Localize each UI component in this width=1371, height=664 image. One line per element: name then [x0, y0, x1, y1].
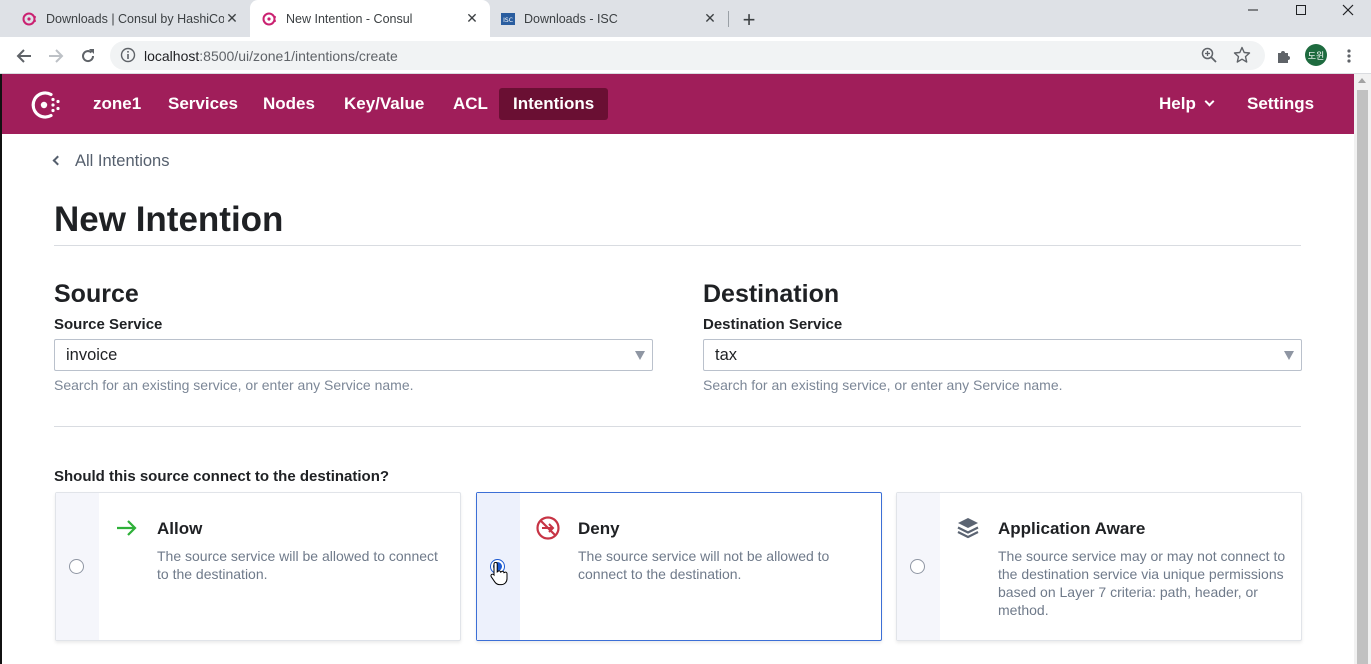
source-heading: Source [54, 280, 139, 308]
title-divider [54, 245, 1301, 246]
chevron-left-icon [52, 155, 63, 166]
minimize-window-icon[interactable] [1230, 0, 1276, 20]
action-question: Should this source connect to the destin… [54, 468, 390, 485]
close-window-icon[interactable] [1325, 0, 1371, 20]
nav-key-value[interactable]: Key/Value [330, 88, 438, 120]
tab-title: New Intention - Consul [286, 11, 413, 26]
deny-title: Deny [578, 519, 620, 538]
url-text: localhost:8500/ui/zone1/intentions/creat… [144, 48, 398, 64]
consul-logo-icon[interactable] [27, 87, 63, 123]
action-card-deny[interactable]: Deny The source service will not be allo… [476, 492, 882, 641]
isc-favicon-icon: ISC [501, 12, 515, 25]
close-tab-icon[interactable]: ✕ [702, 10, 718, 27]
nav-help-label: Help [1159, 94, 1196, 113]
source-service-select[interactable]: invoice [54, 339, 653, 371]
profile-avatar[interactable]: 도윈 [1305, 44, 1327, 66]
browser-menu-icon[interactable] [1336, 43, 1362, 69]
nav-services[interactable]: Services [154, 88, 252, 120]
new-tab-plus-icon[interactable]: + [737, 7, 761, 32]
page-scrollbar[interactable] [1354, 74, 1371, 664]
bookmark-star-icon[interactable] [1233, 46, 1251, 64]
back-arrow-icon[interactable] [11, 43, 37, 69]
chevron-down-icon [1204, 96, 1215, 107]
forward-arrow-icon[interactable] [43, 43, 69, 69]
application-aware-description: The source service may or may not connec… [998, 548, 1286, 618]
consul-app: zone1 Services Nodes Key/Value ACL Inten… [2, 74, 1354, 664]
destination-service-value: tax [715, 346, 738, 364]
close-tab-icon[interactable]: ✕ [224, 10, 240, 27]
nav-settings[interactable]: Settings [1233, 88, 1328, 120]
arrow-right-icon [117, 520, 137, 536]
tab-title: Downloads | Consul by HashiCo [46, 11, 224, 26]
browser-tab-strip: Downloads | Consul by HashiCo ✕ New Inte… [0, 0, 1371, 37]
close-tab-icon[interactable]: ✕ [464, 10, 480, 27]
address-bar[interactable]: localhost:8500/ui/zone1/intentions/creat… [110, 41, 1265, 70]
application-aware-title: Application Aware [998, 519, 1146, 538]
svg-text:ISC: ISC [503, 17, 513, 24]
nav-nodes[interactable]: Nodes [249, 88, 329, 120]
consul-favicon-icon [22, 12, 36, 25]
nav-acl[interactable]: ACL [439, 88, 502, 120]
zoom-icon[interactable] [1201, 47, 1217, 63]
browser-toolbar: localhost:8500/ui/zone1/intentions/creat… [0, 37, 1371, 74]
nav-help[interactable]: Help [1145, 88, 1227, 120]
layers-icon [957, 518, 979, 539]
scrollbar-thumb[interactable] [1357, 90, 1368, 664]
scroll-up-arrow-icon[interactable] [1358, 78, 1366, 83]
action-card-allow[interactable]: Allow The source service will be allowed… [55, 492, 461, 641]
destination-service-select[interactable]: tax [703, 339, 1302, 371]
tab-separator [728, 11, 729, 27]
destination-service-help: Search for an existing service, or enter… [703, 377, 1063, 393]
top-navigation: zone1 Services Nodes Key/Value ACL Inten… [2, 74, 1354, 134]
browser-tab-isc-downloads[interactable]: ISC Downloads - ISC ✕ [490, 0, 728, 37]
maximize-window-icon[interactable] [1278, 0, 1324, 20]
extensions-puzzle-icon[interactable] [1271, 43, 1297, 69]
consul-favicon-icon [262, 12, 276, 25]
source-service-label: Source Service [54, 316, 163, 333]
browser-tab-new-intention[interactable]: New Intention - Consul ✕ [250, 0, 490, 37]
deny-description: The source service will not be allowed t… [578, 548, 830, 582]
breadcrumb-all-intentions[interactable]: All Intentions [75, 152, 169, 170]
site-info-icon[interactable] [120, 47, 136, 63]
reload-icon[interactable] [75, 43, 101, 69]
nav-datacenter[interactable]: zone1 [79, 88, 155, 120]
allow-title: Allow [157, 519, 203, 538]
deny-icon [536, 516, 560, 540]
page-title: New Intention [54, 200, 284, 239]
dropdown-caret-icon[interactable] [1284, 351, 1294, 360]
tab-title: Downloads - ISC [524, 11, 618, 26]
breadcrumb[interactable]: All Intentions [52, 152, 169, 171]
allow-radio[interactable] [69, 559, 84, 574]
source-service-help: Search for an existing service, or enter… [54, 377, 414, 393]
nav-intentions[interactable]: Intentions [499, 88, 609, 120]
application-aware-radio[interactable] [910, 559, 925, 574]
destination-service-label: Destination Service [703, 316, 843, 333]
destination-heading: Destination [703, 280, 840, 308]
section-divider [54, 426, 1301, 427]
action-card-application-aware[interactable]: Application Aware The source service may… [896, 492, 1302, 641]
browser-tab-consul-downloads[interactable]: Downloads | Consul by HashiCo ✕ [0, 0, 250, 37]
allow-description: The source service will be allowed to co… [157, 548, 438, 582]
hand-pointer-cursor-icon [490, 562, 508, 586]
source-service-value: invoice [66, 346, 118, 364]
dropdown-caret-icon[interactable] [635, 351, 645, 360]
